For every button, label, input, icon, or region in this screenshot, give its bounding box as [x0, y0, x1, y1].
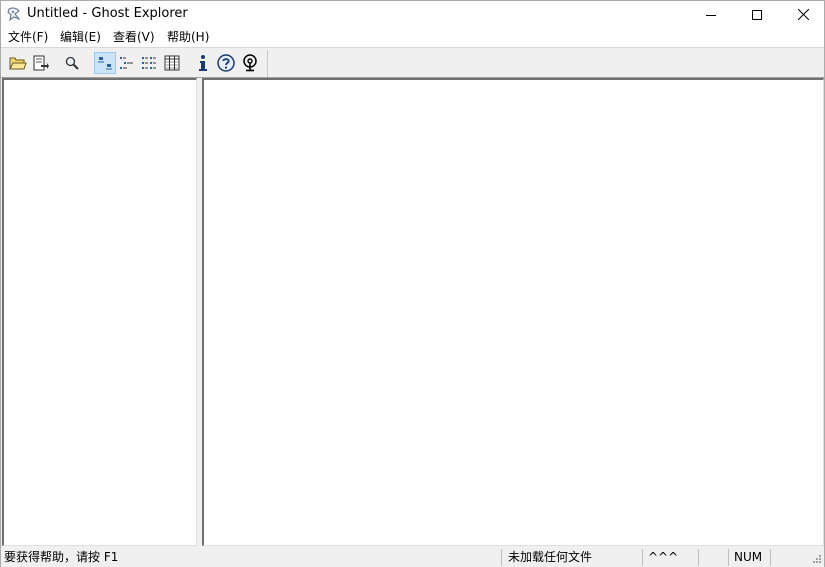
details-view-button[interactable] [161, 52, 183, 74]
extract-button[interactable] [30, 52, 52, 74]
menu-view[interactable]: 查看(V) [113, 29, 155, 46]
status-help-message: 要获得帮助，请按 F1 [4, 550, 119, 564]
status-divider [728, 549, 729, 566]
status-bar: 要获得帮助，请按 F1 未加载任何文件 ^^^ NUM [1, 547, 824, 567]
close-icon [797, 9, 809, 20]
small-icons-view-button[interactable] [116, 52, 138, 74]
status-divider [501, 549, 502, 566]
ghost-app-icon[interactable] [6, 6, 22, 22]
menu-bar: 文件(F) 编辑(E) 查看(V) 帮助(H) [1, 28, 824, 47]
resize-grip-icon[interactable] [808, 552, 822, 566]
window-title: Untitled - Ghost Explorer [27, 6, 188, 21]
status-divider [642, 549, 643, 566]
close-button[interactable] [780, 1, 825, 28]
menu-help[interactable]: 帮助(H) [167, 29, 209, 46]
minimize-icon [706, 14, 716, 16]
open-button[interactable] [7, 52, 29, 74]
find-icon [65, 56, 79, 70]
extract-icon [33, 55, 49, 71]
title-bar[interactable]: Untitled - Ghost Explorer [1, 1, 824, 28]
details-view-icon [164, 55, 180, 71]
info-icon [199, 55, 207, 71]
maximize-icon [752, 9, 762, 20]
menu-edit[interactable]: 编辑(E) [60, 29, 101, 46]
small-icons-view-icon [120, 57, 133, 69]
minimize-button[interactable] [688, 1, 734, 28]
status-divider [698, 549, 699, 566]
help-button[interactable] [215, 52, 237, 74]
list-view-button[interactable] [138, 52, 160, 74]
menu-file[interactable]: 文件(F) [8, 29, 48, 46]
find-button[interactable] [61, 52, 83, 74]
help-icon [217, 54, 235, 72]
maximize-button[interactable] [734, 1, 780, 28]
toolbar-end-divider [267, 50, 268, 77]
ghost-explorer-window: Untitled - Ghost Explorer 文件(F) 编辑(E) 查看… [0, 0, 825, 567]
toolbar [1, 48, 824, 78]
large-icons-view-icon [98, 57, 112, 70]
list-view-icon [142, 57, 156, 69]
context-help-icon [243, 54, 257, 72]
status-divider [770, 549, 771, 566]
status-file-state: 未加载任何文件 [508, 550, 593, 564]
large-icons-view-button[interactable] [94, 52, 116, 74]
status-caps-indicator: ^^^ [648, 550, 679, 564]
file-list-pane[interactable] [202, 78, 824, 546]
status-num-indicator: NUM [734, 550, 763, 564]
tree-pane[interactable] [2, 78, 197, 546]
context-help-button[interactable] [239, 52, 261, 74]
open-folder-icon [9, 57, 27, 70]
info-button[interactable] [192, 52, 214, 74]
